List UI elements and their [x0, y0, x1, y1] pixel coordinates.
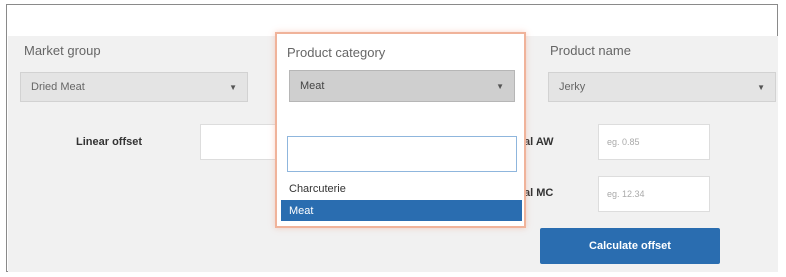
mc-label: al MC — [524, 187, 554, 199]
dropdown-option-meat[interactable]: Meat — [281, 200, 522, 221]
product-name-select[interactable]: Jerky ▼ — [548, 72, 776, 102]
market-group-value: Dried Meat — [31, 81, 85, 93]
product-category-select[interactable]: Meat ▼ — [289, 70, 515, 102]
dropdown-search-input[interactable] — [287, 136, 517, 172]
calculate-offset-button[interactable]: Calculate offset — [540, 228, 720, 264]
product-name-value: Jerky — [559, 81, 586, 93]
chevron-down-icon: ▼ — [229, 82, 237, 92]
product-category-highlight: Product category Meat ▼ Charcuterie Meat — [275, 32, 526, 228]
dropdown-option-charcuterie[interactable]: Charcuterie — [281, 178, 522, 199]
mc-placeholder: eg. 12.34 — [607, 189, 645, 199]
product-category-value: Meat — [300, 80, 325, 92]
linear-offset-label: Linear offset — [76, 136, 143, 148]
aw-label: al AW — [524, 136, 554, 148]
aw-placeholder: eg. 0.85 — [607, 137, 640, 147]
product-category-label: Product category — [287, 45, 386, 60]
market-group-select[interactable]: Dried Meat ▼ — [20, 72, 248, 102]
chevron-down-icon: ▼ — [757, 82, 765, 92]
mc-input[interactable]: eg. 12.34 — [598, 176, 710, 212]
chevron-down-icon: ▼ — [496, 81, 504, 91]
aw-input[interactable]: eg. 0.85 — [598, 124, 710, 160]
product-name-label: Product name — [550, 43, 631, 58]
market-group-label: Market group — [24, 43, 101, 58]
